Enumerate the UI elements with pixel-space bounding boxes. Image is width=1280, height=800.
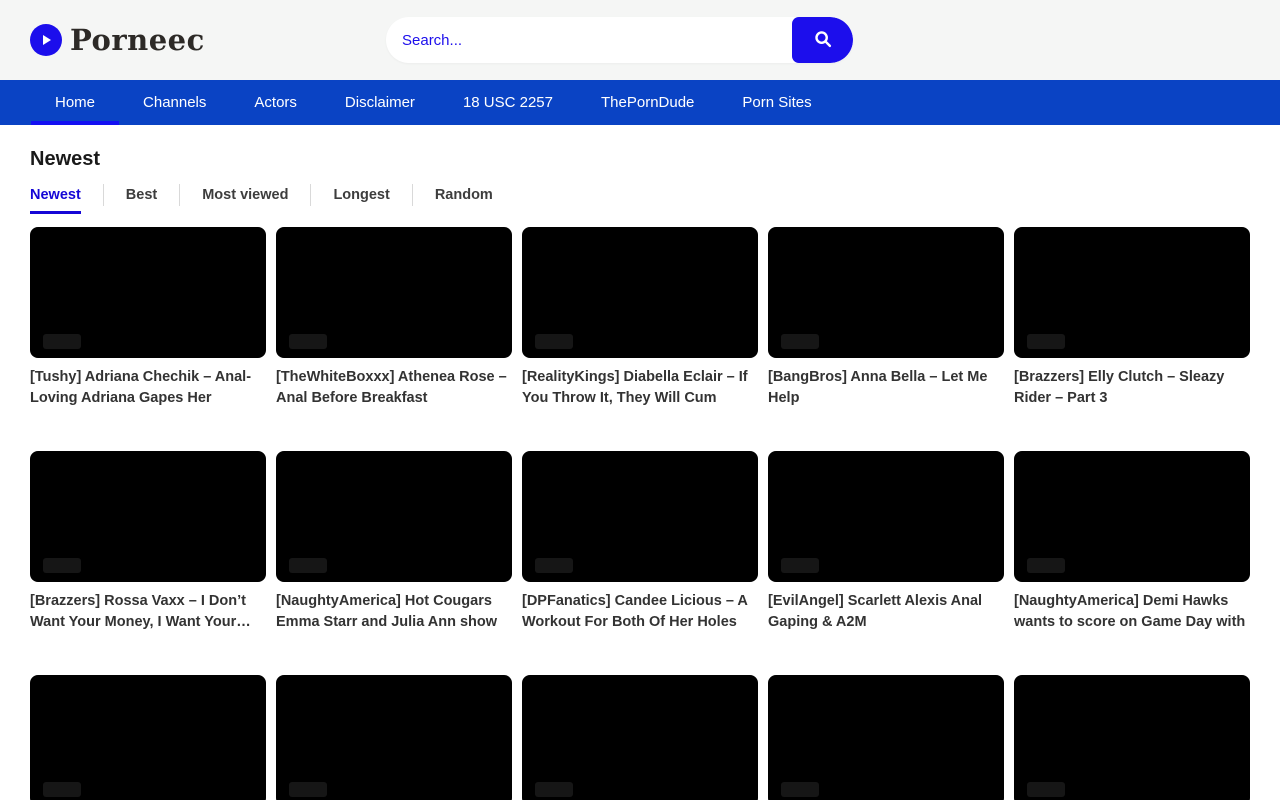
tab-longest[interactable]: Longest <box>333 182 389 214</box>
video-grid: [Tushy] Adriana Chechik – Anal-Loving Ad… <box>30 227 1250 800</box>
tab-best[interactable]: Best <box>126 182 157 214</box>
video-card[interactable]: [Brazzers] Rossa Vaxx – I Don’t Want You… <box>30 451 266 633</box>
duration-badge <box>535 558 573 573</box>
video-card[interactable]: [Brazzers] Elly Clutch – Sleazy Rider – … <box>1014 227 1250 409</box>
video-title: [RealityKings] Diabella Eclair – If You … <box>522 367 758 409</box>
main-nav: Home Channels Actors Disclaimer 18 USC 2… <box>0 80 1280 125</box>
duration-badge <box>781 334 819 349</box>
duration-badge <box>43 782 81 797</box>
video-thumbnail[interactable] <box>30 675 266 800</box>
video-card[interactable]: [NaughtyAmerica] Demi Hawks wants to sco… <box>1014 451 1250 633</box>
search-icon <box>812 28 834 53</box>
video-card[interactable]: [BangBros] Anna Bella – Let Me Help <box>768 227 1004 409</box>
duration-badge <box>1027 558 1065 573</box>
nav-item-theporndude[interactable]: ThePornDude <box>577 80 718 125</box>
sort-tabs: Newest Best Most viewed Longest Random <box>30 182 1250 214</box>
nav-item-home[interactable]: Home <box>31 80 119 125</box>
video-title: [Brazzers] Elly Clutch – Sleazy Rider – … <box>1014 367 1250 409</box>
video-card[interactable] <box>276 675 512 800</box>
video-title: [BangBros] Anna Bella – Let Me Help <box>768 367 1004 409</box>
tab-random[interactable]: Random <box>435 182 493 214</box>
video-card[interactable]: [Tushy] Adriana Chechik – Anal-Loving Ad… <box>30 227 266 409</box>
video-thumbnail[interactable] <box>276 451 512 582</box>
duration-badge <box>43 334 81 349</box>
video-thumbnail[interactable] <box>30 451 266 582</box>
video-card[interactable]: [NaughtyAmerica] Hot Cougars Emma Starr … <box>276 451 512 633</box>
nav-item-porn-sites[interactable]: Porn Sites <box>718 80 835 125</box>
duration-badge <box>1027 334 1065 349</box>
search-form <box>386 17 853 63</box>
video-card[interactable]: [DPFanatics] Candee Licious – A Workout … <box>522 451 758 633</box>
video-thumbnail[interactable] <box>522 227 758 358</box>
video-title: [DPFanatics] Candee Licious – A Workout … <box>522 591 758 633</box>
video-title: [NaughtyAmerica] Hot Cougars Emma Starr … <box>276 591 512 633</box>
nav-item-actors[interactable]: Actors <box>230 80 321 125</box>
video-thumbnail[interactable] <box>1014 227 1250 358</box>
video-card[interactable] <box>768 675 1004 800</box>
duration-badge <box>535 334 573 349</box>
video-card[interactable] <box>522 675 758 800</box>
tab-divider <box>179 184 180 206</box>
duration-badge <box>43 558 81 573</box>
video-card[interactable] <box>1014 675 1250 800</box>
video-thumbnail[interactable] <box>1014 451 1250 582</box>
tab-divider <box>103 184 104 206</box>
duration-badge <box>535 782 573 797</box>
duration-badge <box>289 558 327 573</box>
video-thumbnail[interactable] <box>276 227 512 358</box>
video-thumbnail[interactable] <box>276 675 512 800</box>
duration-badge <box>289 782 327 797</box>
duration-badge <box>781 782 819 797</box>
main-content: Newest Newest Best Most viewed Longest R… <box>0 148 1280 800</box>
video-thumbnail[interactable] <box>768 227 1004 358</box>
site-header: Porneec <box>0 0 1280 80</box>
video-thumbnail[interactable] <box>522 675 758 800</box>
video-thumbnail[interactable] <box>522 451 758 582</box>
video-thumbnail[interactable] <box>768 675 1004 800</box>
video-title: [NaughtyAmerica] Demi Hawks wants to sco… <box>1014 591 1250 633</box>
video-card[interactable]: [RealityKings] Diabella Eclair – If You … <box>522 227 758 409</box>
video-title: [EvilAngel] Scarlett Alexis Anal Gaping … <box>768 591 1004 633</box>
video-card[interactable]: [EvilAngel] Scarlett Alexis Anal Gaping … <box>768 451 1004 633</box>
tab-newest[interactable]: Newest <box>30 182 81 214</box>
search-button[interactable] <box>792 17 853 63</box>
video-card[interactable] <box>30 675 266 800</box>
video-thumbnail[interactable] <box>30 227 266 358</box>
video-thumbnail[interactable] <box>1014 675 1250 800</box>
search-input[interactable] <box>386 17 792 63</box>
tab-divider <box>310 184 311 206</box>
video-card[interactable]: [TheWhiteBoxxx] Athenea Rose – Anal Befo… <box>276 227 512 409</box>
tab-divider <box>412 184 413 206</box>
nav-item-disclaimer[interactable]: Disclaimer <box>321 80 439 125</box>
page-title: Newest <box>30 148 1250 171</box>
nav-item-18-usc-2257[interactable]: 18 USC 2257 <box>439 80 577 125</box>
duration-badge <box>1027 782 1065 797</box>
brand-name: Porneec <box>70 23 205 57</box>
video-title: [TheWhiteBoxxx] Athenea Rose – Anal Befo… <box>276 367 512 409</box>
site-logo[interactable]: Porneec <box>30 0 205 80</box>
duration-badge <box>289 334 327 349</box>
video-title: [Brazzers] Rossa Vaxx – I Don’t Want You… <box>30 591 266 633</box>
tab-most-viewed[interactable]: Most viewed <box>202 182 288 214</box>
video-thumbnail[interactable] <box>768 451 1004 582</box>
video-title: [Tushy] Adriana Chechik – Anal-Loving Ad… <box>30 367 266 409</box>
nav-item-channels[interactable]: Channels <box>119 80 230 125</box>
duration-badge <box>781 558 819 573</box>
play-icon <box>30 24 62 56</box>
